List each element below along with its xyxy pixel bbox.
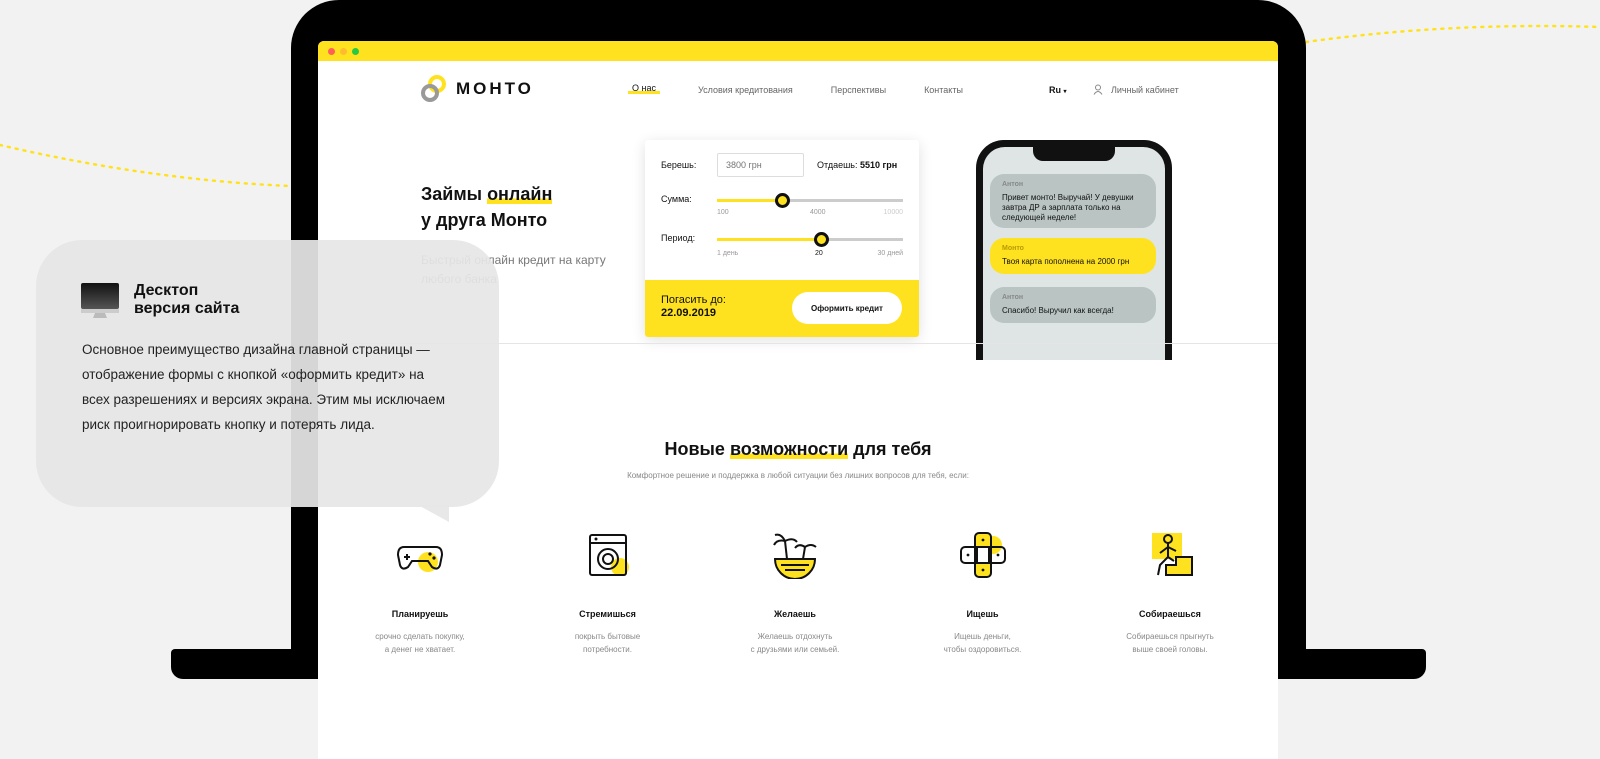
callout-tail bbox=[418, 505, 449, 522]
pay-until-label: Погасить до: bbox=[661, 294, 726, 306]
period-slider-fill bbox=[717, 238, 822, 241]
period-slider[interactable] bbox=[717, 232, 903, 247]
nav-item-about[interactable]: О нас bbox=[628, 84, 660, 94]
washing-machine-icon bbox=[588, 534, 629, 576]
feature-card-plan[interactable]: Планируешь срочно сделать покупку, а ден… bbox=[355, 531, 485, 656]
language-select[interactable]: Ru ▾ bbox=[1049, 85, 1067, 95]
chat-message: Твоя карта пополнена на 2000 грн bbox=[1002, 257, 1130, 266]
nav-item-prospects[interactable]: Перспективы bbox=[831, 85, 886, 95]
give-summary: Отдаешь: 5510 грн bbox=[817, 160, 897, 170]
account-link[interactable]: Личный кабинет bbox=[1093, 84, 1179, 95]
period-tick-value: 20 bbox=[815, 250, 823, 257]
apply-credit-button[interactable]: Оформить кредит bbox=[792, 292, 902, 324]
nav-item-contacts[interactable]: Контакты bbox=[924, 85, 963, 95]
callout-text: Основное преимущество дизайна главной ст… bbox=[82, 342, 445, 432]
hero-title: Займы онлайн у друга Монто bbox=[421, 181, 553, 233]
period-tick-max: 30 дней bbox=[877, 250, 903, 257]
phone-screen: Антон Привет монто! Выручай! У девушки з… bbox=[983, 147, 1165, 360]
palm-island-icon bbox=[773, 533, 817, 579]
language-value: Ru bbox=[1049, 85, 1061, 95]
hero-title-highlight: онлайн bbox=[487, 184, 553, 204]
bandage-icon bbox=[959, 532, 1006, 578]
feature-desc: Ищешь деньги, чтобы оздоровиться. bbox=[943, 632, 1022, 654]
caret-down-icon: ▾ bbox=[1063, 89, 1067, 95]
sum-tick-max: 10000 bbox=[883, 209, 903, 216]
feature-title: Собираешься bbox=[1139, 609, 1201, 619]
annotation-callout: Десктоп версия сайта Основное преимущест… bbox=[36, 240, 499, 507]
callout-title: Десктоп версия сайта bbox=[134, 282, 239, 318]
sum-slider[interactable] bbox=[717, 193, 903, 208]
feature-desc: Собираешься прыгнуть выше своей головы. bbox=[1126, 632, 1214, 654]
feature-card-search[interactable]: Ищешь Ищешь деньги, чтобы оздоровиться. bbox=[918, 531, 1048, 656]
chat-sender: Антон bbox=[1002, 294, 1024, 301]
period-slider-handle[interactable] bbox=[814, 232, 830, 247]
chat-bubble-anton: Антон Привет монто! Выручай! У девушки з… bbox=[990, 174, 1156, 228]
maximize-dot-icon[interactable] bbox=[352, 47, 359, 55]
chat-sender: Антон bbox=[1002, 181, 1024, 188]
browser-chrome bbox=[318, 41, 1278, 61]
sum-label: Сумма: bbox=[661, 194, 692, 204]
chat-sender: Монто bbox=[1002, 245, 1024, 252]
give-value: 5510 грн bbox=[860, 160, 898, 170]
main-nav: О нас Условия кредитования Перспективы К… bbox=[628, 84, 963, 95]
nav-item-terms[interactable]: Условия кредитования bbox=[698, 85, 793, 95]
section-title-highlight: возможности bbox=[729, 439, 849, 459]
feature-title: Планируешь bbox=[391, 609, 449, 619]
feature-title: Стремишься bbox=[579, 609, 636, 619]
chat-message: Привет монто! Выручай! У девушки завтра … bbox=[1002, 193, 1134, 222]
hero-title-line2: у друга Монто bbox=[421, 210, 548, 230]
hero-title-part: Займы bbox=[421, 184, 483, 204]
feature-card-jump[interactable]: Собираешься Собираешься прыгнуть выше св… bbox=[1105, 531, 1235, 656]
callout-title-line1: Десктоп bbox=[134, 282, 199, 299]
give-label: Отдаешь: bbox=[817, 160, 858, 170]
take-label: Берешь: bbox=[661, 160, 697, 170]
callout-title-line2: версия сайта bbox=[134, 300, 240, 317]
period-tick-min: 1 день bbox=[717, 250, 739, 257]
sum-slider-handle[interactable] bbox=[775, 193, 791, 208]
feature-title: Ищешь bbox=[966, 609, 999, 619]
section-title-end: для тебя bbox=[853, 439, 932, 459]
feature-desc: покрыть бытовые потребности. bbox=[574, 632, 641, 654]
sum-tick-mid: 4000 bbox=[810, 209, 826, 216]
account-label: Личный кабинет bbox=[1111, 84, 1179, 95]
monto-logo-icon bbox=[421, 75, 446, 102]
feature-title: Желаешь bbox=[774, 609, 816, 619]
sum-slider-fill bbox=[717, 199, 783, 202]
feature-desc: срочно сделать покупку, а денег не хвата… bbox=[375, 632, 465, 654]
take-amount-input[interactable] bbox=[717, 153, 804, 177]
phone-mockup: Антон Привет монто! Выручай! У девушки з… bbox=[976, 140, 1172, 360]
monitor-icon bbox=[81, 283, 119, 318]
chat-bubble-monto: Монто Твоя карта пополнена на 2000 грн bbox=[990, 238, 1156, 274]
period-label: Период: bbox=[661, 233, 696, 243]
pay-until: Погасить до: 22.09.2019 bbox=[661, 294, 726, 320]
close-dot-icon[interactable] bbox=[328, 47, 335, 55]
loan-calculator: Берешь: Отдаешь: 5510 грн Сумма: 100 400… bbox=[645, 140, 919, 337]
chat-bubble-anton-2: Антон Спасибо! Выручил как всегда! bbox=[990, 287, 1156, 323]
logo[interactable]: МОНТО bbox=[420, 74, 534, 104]
feature-card-strive[interactable]: Стремишься покрыть бытовые потребности. bbox=[543, 531, 673, 656]
sum-tick-min: 100 bbox=[717, 209, 729, 216]
phone-notch bbox=[1033, 147, 1115, 161]
pay-until-date: 22.09.2019 bbox=[661, 307, 717, 319]
logo-text: МОНТО bbox=[456, 79, 534, 98]
gamepad-icon bbox=[396, 546, 444, 572]
minimize-dot-icon[interactable] bbox=[340, 47, 347, 55]
climbing-stairs-icon bbox=[1152, 533, 1193, 576]
feature-card-wish[interactable]: Желаешь Желаешь отдохнуть с друзьями или… bbox=[730, 531, 860, 656]
chat-message: Спасибо! Выручил как всегда! bbox=[1002, 306, 1114, 315]
user-icon bbox=[1093, 84, 1103, 95]
calc-footer: Погасить до: 22.09.2019 Оформить кредит bbox=[645, 280, 919, 337]
feature-desc: Желаешь отдохнуть с друзьями или семьей. bbox=[750, 632, 840, 654]
features-row: Планируешь срочно сделать покупку, а ден… bbox=[355, 531, 1235, 656]
section-title-part: Новые bbox=[664, 439, 725, 459]
